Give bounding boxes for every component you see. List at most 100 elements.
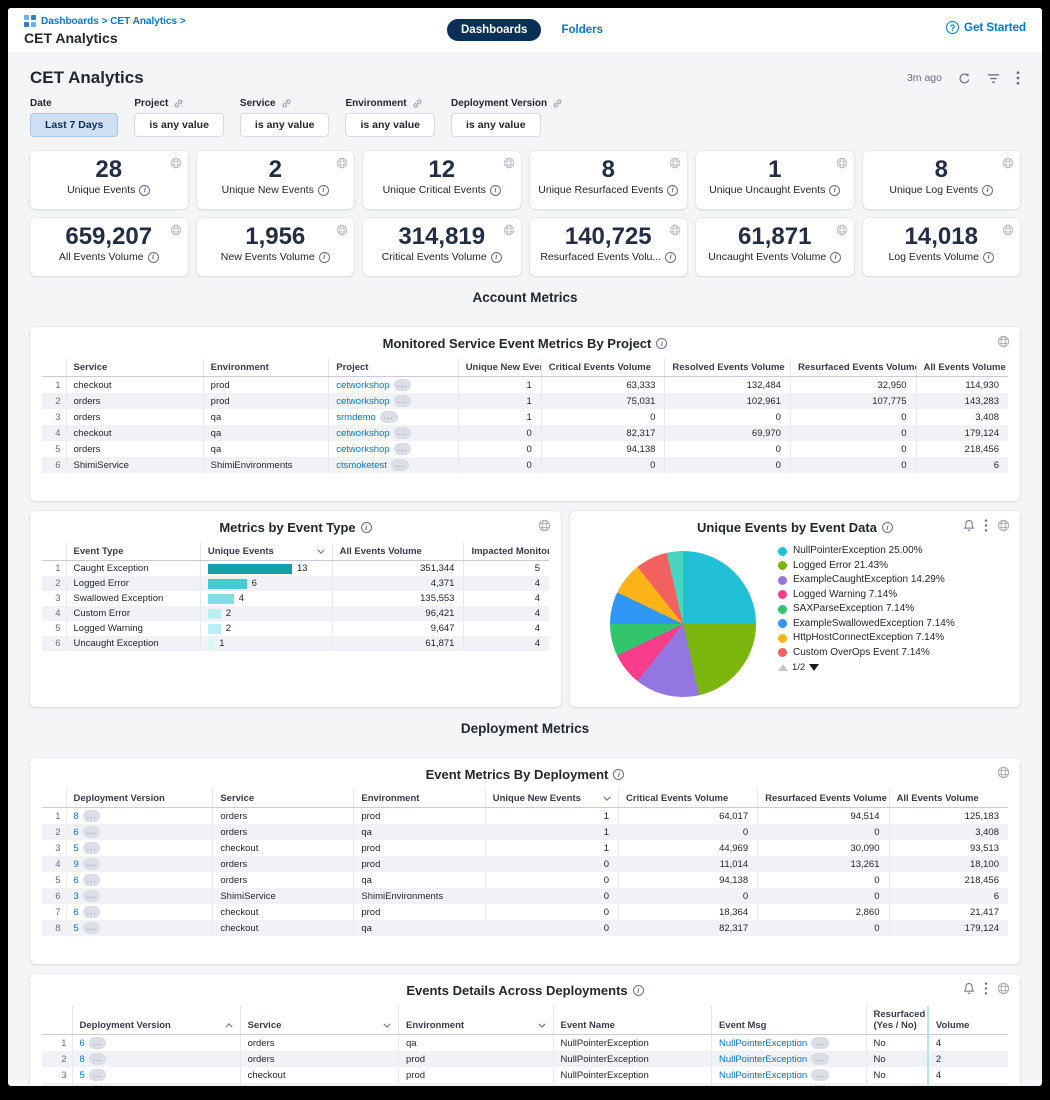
column-header[interactable]: Event Name — [553, 1006, 711, 1035]
legend-page-down-icon[interactable] — [809, 664, 819, 671]
ellipsis-pill[interactable]: ... — [89, 1053, 107, 1065]
info-icon[interactable]: i — [148, 252, 159, 263]
cell-link[interactable]: cetworkshop — [336, 428, 389, 439]
info-icon[interactable]: i — [829, 185, 840, 196]
column-header[interactable]: Impacted Monitored Services — [464, 543, 549, 561]
cell-link[interactable]: 8 — [80, 1054, 85, 1065]
globe-icon[interactable] — [836, 223, 848, 241]
get-started-button[interactable]: ? Get Started — [946, 21, 1026, 34]
cell-link[interactable]: NullPointerException — [719, 1054, 807, 1065]
ellipsis-pill[interactable]: ... — [83, 890, 101, 902]
cell-link[interactable]: NullPointerException — [719, 1038, 807, 1049]
column-header[interactable]: Environment — [203, 359, 329, 377]
globe-icon[interactable] — [997, 335, 1010, 348]
column-header[interactable]: Event Msg — [711, 1006, 866, 1035]
globe-icon[interactable] — [538, 519, 551, 532]
cell-link[interactable]: NullPointerException — [719, 1070, 807, 1081]
globe-icon[interactable] — [336, 156, 348, 174]
ellipsis-pill[interactable]: ... — [811, 1085, 829, 1086]
info-icon[interactable]: i — [633, 985, 644, 996]
legend-item[interactable]: Custom OverOps Event 7.14% — [778, 647, 978, 660]
legend-page-up-icon[interactable] — [778, 664, 788, 671]
kebab-icon[interactable] — [984, 519, 988, 532]
info-icon[interactable]: i — [656, 338, 667, 349]
column-header[interactable]: Deployment Version — [66, 790, 213, 808]
globe-icon[interactable] — [1002, 223, 1014, 241]
ellipsis-pill[interactable]: ... — [83, 906, 101, 918]
info-icon[interactable]: i — [490, 185, 501, 196]
breadcrumb-text[interactable]: Dashboards > CET Analytics > — [41, 16, 186, 27]
kebab-icon[interactable] — [984, 982, 988, 995]
column-header[interactable]: All Events Volume — [889, 790, 1008, 808]
legend-item[interactable]: Logged Error 21.43% — [778, 560, 978, 573]
tab-folders[interactable]: Folders — [561, 24, 603, 36]
cell-link[interactable]: 9 — [74, 859, 79, 870]
globe-icon[interactable] — [170, 223, 182, 241]
ellipsis-pill[interactable]: ... — [83, 826, 101, 838]
column-header[interactable]: Service — [240, 1006, 398, 1035]
legend-item[interactable]: ExampleCaughtException 14.29% — [778, 574, 978, 587]
globe-icon[interactable] — [1002, 156, 1014, 174]
ellipsis-pill[interactable]: ... — [83, 858, 101, 870]
globe-icon[interactable] — [836, 156, 848, 174]
column-header[interactable]: Service — [66, 359, 203, 377]
ellipsis-pill[interactable]: ... — [83, 874, 101, 886]
ellipsis-pill[interactable]: ... — [394, 427, 412, 439]
info-icon[interactable]: i — [613, 769, 624, 780]
column-header[interactable]: Resolved Events Volume — [665, 359, 791, 377]
ellipsis-pill[interactable]: ... — [391, 459, 409, 471]
ellipsis-pill[interactable]: ... — [811, 1037, 829, 1049]
bell-icon[interactable] — [963, 982, 975, 995]
info-icon[interactable]: i — [882, 522, 893, 533]
tab-dashboards[interactable]: Dashboards — [447, 19, 541, 41]
legend-item[interactable]: ExampleSwallowedException 7.14% — [778, 618, 978, 631]
globe-icon[interactable] — [997, 766, 1010, 779]
column-header[interactable]: Critical Events Volume — [619, 790, 758, 808]
cell-link[interactable]: cetworkshop — [336, 396, 389, 407]
ellipsis-pill[interactable]: ... — [394, 379, 412, 391]
legend-item[interactable]: SAXParseException 7.14% — [778, 603, 978, 616]
filter-value-button[interactable]: is any value — [134, 113, 224, 137]
cell-link[interactable]: 6 — [74, 875, 79, 886]
ellipsis-pill[interactable]: ... — [83, 842, 101, 854]
info-icon[interactable]: i — [665, 252, 676, 263]
ellipsis-pill[interactable]: ... — [380, 411, 398, 423]
cell-link[interactable]: 3 — [74, 891, 79, 902]
cell-link[interactable]: cetworkshop — [336, 380, 389, 391]
column-header[interactable]: Project — [329, 359, 458, 377]
info-icon[interactable]: i — [318, 185, 329, 196]
filter-value-button[interactable]: is any value — [345, 113, 435, 137]
globe-icon[interactable] — [997, 519, 1010, 532]
cell-link[interactable]: ctsmoketest — [336, 460, 387, 471]
ellipsis-pill[interactable]: ... — [811, 1069, 829, 1081]
filter-icon[interactable] — [987, 73, 1000, 84]
globe-icon[interactable] — [336, 223, 348, 241]
column-header[interactable]: Resurfaced Events Volume — [758, 790, 889, 808]
filter-value-button[interactable]: is any value — [451, 113, 541, 137]
refresh-icon[interactable] — [958, 72, 971, 85]
info-icon[interactable]: i — [982, 185, 993, 196]
globe-icon[interactable] — [669, 223, 681, 241]
cell-link[interactable]: 6 — [74, 827, 79, 838]
column-header[interactable]: Environment — [354, 790, 485, 808]
globe-icon[interactable] — [170, 156, 182, 174]
info-icon[interactable]: i — [319, 252, 330, 263]
kebab-icon[interactable] — [1016, 71, 1020, 85]
column-header[interactable]: Event Type — [66, 543, 200, 561]
ellipsis-pill[interactable]: ... — [83, 810, 101, 822]
ellipsis-pill[interactable]: ... — [811, 1053, 829, 1065]
filter-value-button[interactable]: is any value — [240, 113, 330, 137]
cell-link[interactable]: 8 — [74, 811, 79, 822]
legend-item[interactable]: Logged Warning 7.14% — [778, 589, 978, 602]
globe-icon[interactable] — [503, 223, 515, 241]
cell-link[interactable]: cetworkshop — [336, 444, 389, 455]
legend-item[interactable]: HttpHostConnectException 7.14% — [778, 632, 978, 645]
column-header[interactable]: All Events Volume — [332, 543, 464, 561]
column-header[interactable]: Resurfaced(Yes / No) — [866, 1006, 928, 1035]
column-header[interactable]: Unique New Ever — [458, 359, 541, 377]
column-header[interactable]: Unique Events — [200, 543, 332, 561]
ellipsis-pill[interactable]: ... — [89, 1085, 107, 1086]
cell-link[interactable]: 5 — [80, 1070, 85, 1081]
ellipsis-pill[interactable]: ... — [394, 443, 412, 455]
column-header[interactable]: Environment — [399, 1006, 554, 1035]
